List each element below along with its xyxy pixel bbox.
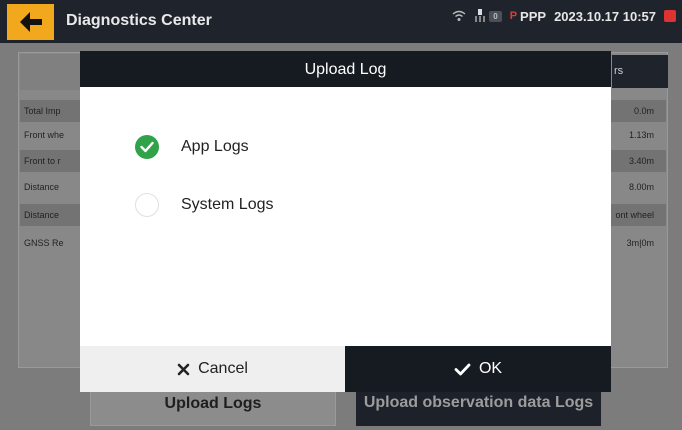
satellite-count: 0: [489, 10, 502, 22]
bg-row-label: Front to r: [24, 156, 61, 166]
status-area: 0 P PPP 2023.10.17 10:57: [452, 8, 676, 24]
ok-button[interactable]: OK: [345, 346, 611, 392]
satellite-icon: [475, 9, 486, 22]
bg-row-value: 3.40m: [628, 156, 654, 166]
option-app-logs[interactable]: App Logs: [135, 135, 249, 159]
dialog-title: Upload Log: [80, 51, 611, 87]
radio-empty-icon[interactable]: [135, 193, 159, 217]
option-label: System Logs: [181, 196, 274, 213]
back-button[interactable]: [7, 4, 54, 40]
bg-row-value: 8.00m: [628, 182, 654, 192]
bg-row-label: Front whe: [24, 130, 65, 140]
bg-row-value: 3m|0m: [626, 238, 654, 248]
upload-log-dialog: Upload Log App Logs System Logs Cancel O…: [80, 51, 611, 392]
background-tab-right[interactable]: rs: [612, 55, 668, 88]
bg-row-value: 1.13m: [628, 130, 654, 140]
check-circle-icon[interactable]: [135, 135, 159, 159]
top-bar: Diagnostics Center 0 P PPP 2023.10.17 10…: [0, 0, 682, 43]
cancel-button[interactable]: Cancel: [80, 346, 345, 392]
record-icon: [664, 10, 676, 22]
cancel-label: Cancel: [198, 360, 248, 377]
ok-label: OK: [478, 360, 503, 377]
background-header-cell: [20, 54, 80, 90]
bg-row-label: GNSS Re: [24, 238, 64, 248]
arrow-left-icon: [19, 12, 42, 32]
mode-text: PPP: [520, 8, 547, 24]
mode-indicator: P PPP: [510, 9, 546, 24]
option-system-logs[interactable]: System Logs: [135, 193, 273, 217]
satellite-status: 0: [474, 8, 502, 24]
app-title: Diagnostics Center: [66, 12, 212, 29]
bg-row-value: ont wheel: [615, 210, 654, 220]
checkmark-icon: [454, 363, 471, 375]
ppp-mark: P: [509, 9, 518, 22]
datetime: 2023.10.17 10:57: [554, 8, 656, 24]
bg-row-label: Distance: [24, 182, 60, 192]
bg-row-label: Total Imp: [24, 106, 61, 116]
bg-row-label: Distance: [24, 210, 60, 220]
bg-row-value: 0.0m: [633, 106, 654, 116]
close-icon: [177, 363, 190, 375]
option-label: App Logs: [181, 138, 249, 155]
dialog-footer: Cancel OK: [80, 346, 611, 392]
wifi-icon: [452, 10, 466, 21]
